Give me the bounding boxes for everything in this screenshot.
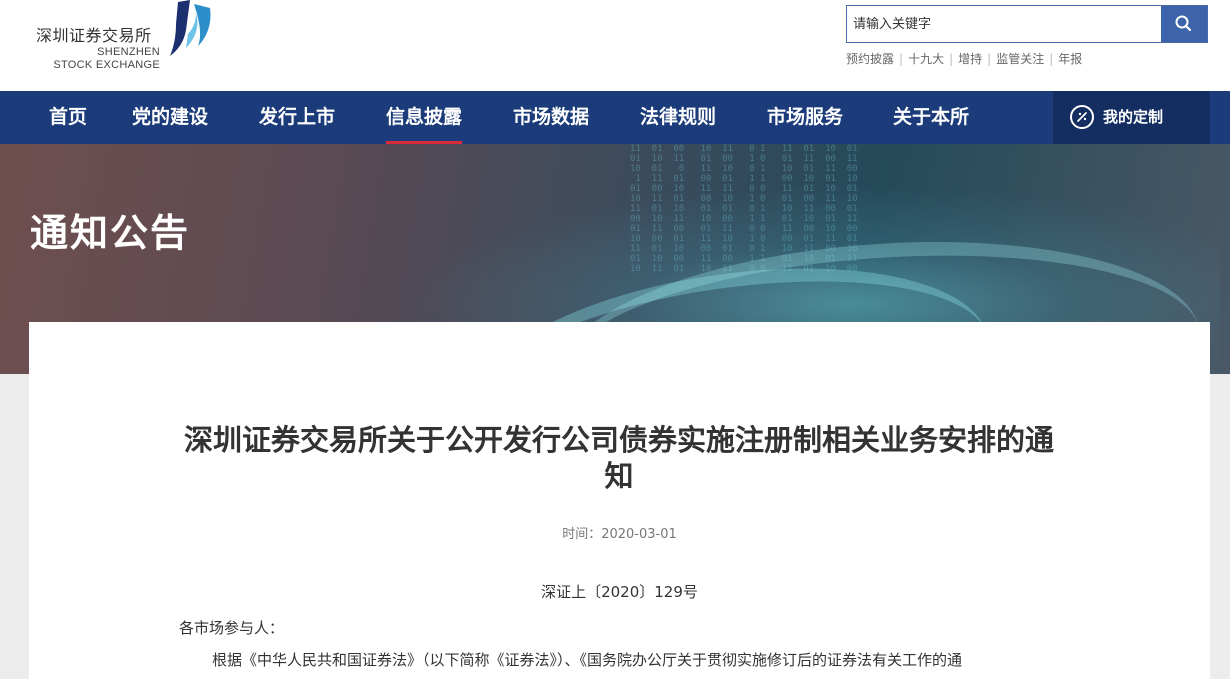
quick-links: 预约披露 | 十九大 | 增持 | 监管关注 | 年报: [846, 50, 1082, 67]
separator: |: [1049, 52, 1054, 66]
nav-item-about[interactable]: 关于本所: [893, 91, 969, 144]
site-logo[interactable]: 深圳证券交易所 SHENZHEN STOCK EXCHANGE: [36, 0, 226, 78]
logo-english-line2: STOCK EXCHANGE: [53, 59, 160, 71]
logo-chinese-name: 深圳证券交易所: [36, 26, 152, 45]
quick-link-holdings-increase[interactable]: 增持: [958, 52, 982, 66]
search-input[interactable]: [847, 6, 1163, 42]
site-header: 深圳证券交易所 SHENZHEN STOCK EXCHANGE 预约披露 | 十九大…: [0, 0, 1230, 91]
separator: |: [987, 52, 992, 66]
logo-english-line1: SHENZHEN: [97, 46, 160, 58]
nav-item-listing[interactable]: 发行上市: [259, 91, 335, 144]
nav-item-disclosure[interactable]: 信息披露: [386, 91, 463, 144]
quick-link-disclosure[interactable]: 预约披露: [846, 52, 894, 66]
nav-item-rules[interactable]: 法律规则: [640, 91, 716, 144]
szse-logo-icon: [170, 0, 211, 56]
logo-english-name: SHENZHEN STOCK EXCHANGE: [36, 46, 160, 72]
nav-item-home[interactable]: 首页: [49, 91, 87, 144]
article-container: 深圳证券交易所关于公开发行公司债券实施注册制相关业务安排的通知 时间：2020-…: [29, 322, 1210, 679]
nav-item-party-building[interactable]: 党的建设: [132, 91, 208, 144]
page-title: 通知公告: [30, 211, 191, 255]
article-date: 时间：2020-03-01: [562, 527, 677, 542]
separator: |: [899, 52, 904, 66]
my-custom-label: 我的定制: [1103, 108, 1164, 126]
article-salutation: 各市场参与人：: [179, 619, 285, 637]
document-number: 深证上〔2020〕129号: [541, 583, 698, 601]
my-custom-button[interactable]: 我的定制: [1053, 91, 1210, 144]
article-paragraph: 根据《中华人民共和国证券法》（以下简称《证券法》）、《国务院办公厅关于贯彻实施修…: [212, 651, 963, 669]
separator: |: [949, 52, 954, 66]
customize-icon: [1070, 105, 1094, 129]
search-icon: [1175, 15, 1192, 32]
search-button[interactable]: [1161, 6, 1207, 42]
main-nav: 首页 党的建设 发行上市 信息披露 市场数据 法律规则 市场服务 关于本所 我的…: [0, 91, 1230, 144]
quick-link-19th-congress[interactable]: 十九大: [908, 52, 944, 66]
quick-link-regulatory-concern[interactable]: 监管关注: [996, 52, 1044, 66]
nav-item-market-services[interactable]: 市场服务: [767, 91, 843, 144]
search-box: [846, 5, 1208, 43]
article-title: 深圳证券交易所关于公开发行公司债券实施注册制相关业务安排的通知: [183, 423, 1054, 493]
nav-item-market-data[interactable]: 市场数据: [513, 91, 589, 144]
quick-link-annual-report[interactable]: 年报: [1058, 52, 1082, 66]
